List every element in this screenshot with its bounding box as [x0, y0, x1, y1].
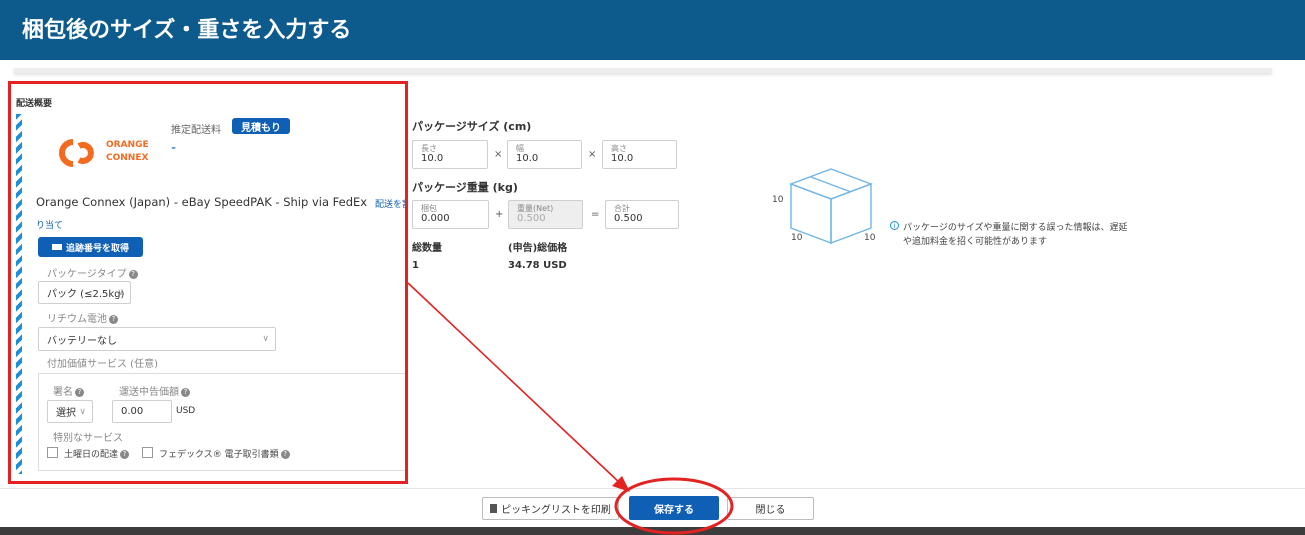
help-icon: ? [181, 387, 190, 397]
fedex-docs-checkbox[interactable] [142, 447, 153, 458]
width-input[interactable]: 幅 10.0 [507, 140, 582, 169]
width-value: 10.0 [516, 153, 539, 164]
estimate-value: - [171, 140, 177, 156]
box-dim-length: 10 [791, 233, 803, 243]
help-icon: ? [109, 314, 118, 324]
signature-value: 選択 [56, 408, 76, 419]
bottom-bar [0, 527, 1305, 535]
help-icon: ? [280, 450, 290, 459]
notice-text-2: や追加料金を招く可能性があります [903, 237, 1048, 247]
logo-text-1: ORANGE [106, 140, 149, 150]
fedex-docs-label: フェデックス® 電子取引書類? [159, 447, 290, 460]
estimate-button[interactable]: 見積もり [232, 118, 290, 134]
height-input[interactable]: 高さ 10.0 [602, 140, 677, 169]
net-weight-input: 重量(Net) 0.500 [508, 200, 583, 229]
declared-value-label: 運送中告価額? [119, 383, 190, 398]
package-size-title: パッケージサイズ (cm) [412, 120, 532, 133]
special-services-label: 特別なサービス [53, 433, 123, 444]
assign-link-cont[interactable]: り当て [36, 218, 63, 231]
tracking-number-button[interactable]: 追跡番号を取得 [38, 237, 143, 257]
signature-label: 署名? [53, 383, 84, 398]
plus-sign: + [495, 209, 504, 220]
chevron-down-icon: ∨ [117, 287, 124, 298]
lithium-value: バッテリーなし [47, 335, 117, 347]
document-icon [490, 504, 498, 513]
page-title: 梱包後のサイズ・重さを入力する [22, 18, 352, 43]
barcode-icon [51, 244, 62, 250]
times-sign: × [588, 149, 597, 160]
declared-unit: USD [176, 406, 196, 416]
estimate-label: 推定配送料 [171, 125, 221, 136]
net-weight-value: 0.500 [517, 213, 546, 224]
close-button[interactable]: 閉じる [727, 497, 814, 520]
package-type-label: パッケージタイプ? [47, 265, 138, 280]
package-weight-title: パッケージ重量 (kg) [412, 181, 518, 194]
panel-stripe [16, 114, 22, 474]
saturday-label: 土曜日の配達? [64, 447, 130, 460]
header-divider [14, 68, 1272, 73]
info-icon: i [890, 221, 899, 230]
service-name: Orange Connex (Japan) - eBay SpeedPAK - … [36, 195, 368, 209]
assign-link[interactable]: 配送を割 [375, 197, 405, 210]
total-price-value: 34.78 USD [508, 260, 567, 271]
box-dim-width: 10 [864, 233, 876, 243]
page-header: 梱包後のサイズ・重さを入力する [0, 0, 1305, 60]
logo-text-2: CONNEX [106, 153, 149, 163]
times-sign: × [494, 149, 503, 160]
saturday-checkbox[interactable] [47, 447, 58, 458]
total-quantity-label: 総数量 [412, 243, 442, 254]
help-icon: ? [120, 450, 130, 459]
pack-weight-value: 0.000 [421, 213, 450, 224]
declared-value-input[interactable]: 0.00 [112, 400, 172, 423]
summary-heading: 配送概要 [16, 99, 53, 109]
total-price-label: (申告)総価格 [508, 243, 568, 254]
tracking-number-label: 追跡番号を取得 [65, 243, 129, 254]
height-value: 10.0 [611, 153, 634, 164]
extra-services-label: 付加価値サービス (任意) [47, 359, 158, 370]
save-button[interactable]: 保存する [629, 496, 719, 520]
total-quantity-value: 1 [412, 260, 419, 271]
chevron-down-icon: ∨ [262, 334, 269, 344]
declared-value: 0.00 [121, 406, 144, 417]
length-value: 10.0 [421, 153, 444, 164]
total-weight-value: 0.500 [614, 213, 643, 224]
package-type-select[interactable]: パック (≤2.5kg) ∨ [38, 281, 131, 304]
lithium-label: リチウム電池? [47, 310, 118, 325]
lithium-battery-select[interactable]: バッテリーなし ∨ [38, 327, 276, 351]
notice-text: パッケージのサイズや重量に関する誤った情報は、遅延 [903, 223, 1128, 233]
shipping-summary-panel: 配送概要 ORANGE CONNEX 推定配送料 見積もり - Orange C… [8, 81, 408, 484]
equals-sign: = [591, 209, 600, 220]
orange-connex-logo: ORANGE CONNEX [57, 136, 157, 170]
signature-select[interactable]: 選択 ∨ [47, 400, 93, 423]
chevron-down-icon: ∨ [79, 406, 86, 417]
box-dim-height: 10 [772, 195, 784, 205]
annotation-arrow-line [407, 282, 623, 486]
pack-weight-input[interactable]: 梱包 0.000 [412, 200, 489, 229]
total-weight-input: 合計 0.500 [605, 200, 679, 229]
print-picking-list-button[interactable]: ピッキングリストを印刷 [482, 497, 619, 520]
help-icon: ? [128, 269, 138, 279]
package-type-value: パック (≤2.5kg) [47, 289, 125, 300]
print-picking-list-label: ピッキングリストを印刷 [501, 505, 611, 516]
length-input[interactable]: 長さ 10.0 [412, 140, 488, 169]
help-icon: ? [75, 387, 84, 397]
